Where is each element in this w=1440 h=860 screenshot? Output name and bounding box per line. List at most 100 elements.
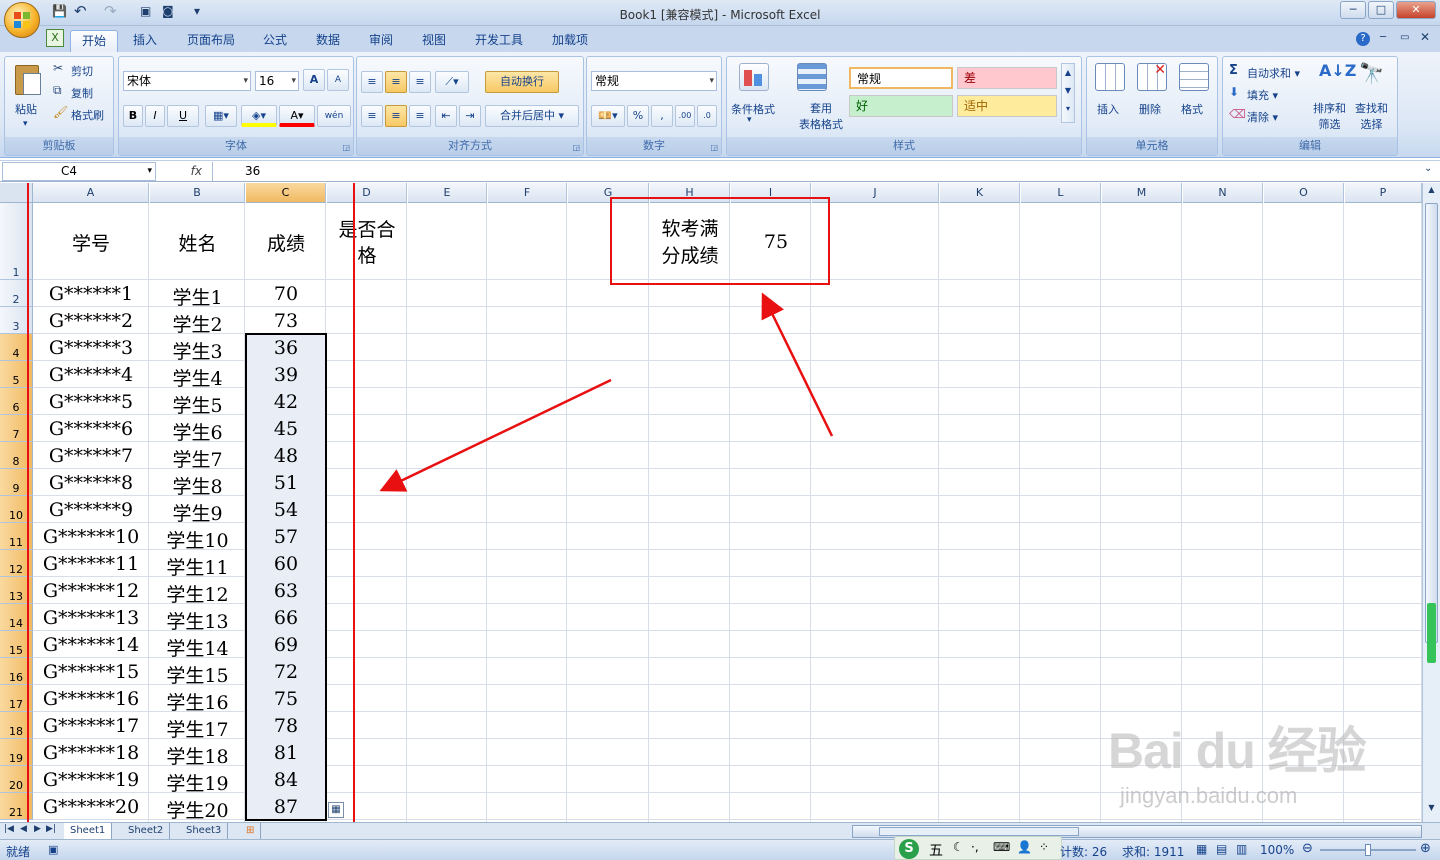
zoom-level[interactable]: 100%	[1260, 843, 1294, 857]
align-middle-icon[interactable]: ≡	[385, 71, 407, 93]
underline-button[interactable]: U	[167, 105, 199, 127]
comma-button[interactable]: ,	[651, 105, 673, 127]
style-good[interactable]: 好	[849, 95, 953, 117]
sheet-tab-3[interactable]: Sheet3	[180, 823, 229, 839]
fill-button[interactable]: 填充 ▾	[1247, 87, 1278, 103]
scroll-up-icon[interactable]: ▲	[1424, 185, 1439, 201]
sort-filter-button[interactable]: 排序和 筛选	[1313, 101, 1346, 133]
ime-toolbar[interactable]: S 五 ☾ ·, ⌨ 👤 ⁘	[894, 836, 1062, 860]
style-bad[interactable]: 差	[957, 67, 1057, 89]
copy-button[interactable]: 复制	[71, 85, 93, 101]
italic-button[interactable]: I	[145, 105, 165, 127]
sheet-nav-last-icon[interactable]: ▶|	[46, 824, 56, 834]
tab-insert[interactable]: 插入	[122, 30, 168, 52]
phonetic-button[interactable]: wén	[317, 105, 351, 127]
align-center-icon[interactable]: ≡	[385, 105, 407, 127]
zoom-out-icon[interactable]: ⊖	[1302, 841, 1313, 856]
insert-cells-button[interactable]: 插入	[1097, 101, 1119, 117]
column-header-o[interactable]: O	[1264, 183, 1344, 203]
expand-formula-bar-icon[interactable]: ⌄	[1424, 163, 1432, 174]
styles-scroll-icon[interactable]: ▲ ▼ ▾	[1061, 63, 1075, 123]
style-normal[interactable]: 常规	[849, 67, 953, 89]
number-dialog-launcher-icon[interactable]: ◲	[710, 143, 718, 152]
alignment-dialog-launcher-icon[interactable]: ◲	[572, 143, 580, 152]
orientation-icon[interactable]: ⟋▾	[435, 71, 469, 93]
number-format-combo[interactable]: 常规 ▾	[591, 71, 717, 91]
zoom-in-icon[interactable]: ⊕	[1420, 841, 1431, 856]
decrease-indent-icon[interactable]: ⇤	[435, 105, 457, 127]
accounting-format-icon[interactable]: 💴▾	[591, 105, 625, 127]
format-as-table-button[interactable]: 套用 表格格式	[799, 101, 843, 133]
tab-data[interactable]: 数据	[305, 30, 351, 52]
tab-view[interactable]: 视图	[411, 30, 457, 52]
normal-view-icon[interactable]: ▦	[1196, 842, 1207, 856]
sheet-nav-next-icon[interactable]: ▶	[34, 824, 41, 834]
autosum-button[interactable]: 自动求和 ▾	[1247, 65, 1300, 81]
conditional-format-button[interactable]: 条件格式	[731, 101, 775, 117]
bold-button[interactable]: B	[123, 105, 143, 127]
column-header-m[interactable]: M	[1102, 183, 1182, 203]
worksheet-grid[interactable]: ABCDEFGHIJKLMNOP 1 2 3 4 5 6 7 8 9 10 11 12 13 14 15 16…	[0, 183, 1422, 823]
vertical-scrollbar[interactable]: ▲ ▼	[1422, 183, 1440, 823]
align-right-icon[interactable]: ≡	[409, 105, 431, 127]
scroll-thumb[interactable]	[1425, 203, 1438, 643]
cut-button[interactable]: 剪切	[71, 63, 93, 79]
paste-button[interactable]: 粘贴	[15, 101, 37, 117]
increase-decimal-icon[interactable]: .00	[675, 105, 695, 127]
merge-center-button[interactable]: 合并后居中 ▾	[485, 105, 579, 127]
column-header-n[interactable]: N	[1183, 183, 1263, 203]
font-dialog-launcher-icon[interactable]: ◲	[342, 143, 350, 152]
close-button[interactable]: ✕	[1396, 1, 1436, 19]
clear-button[interactable]: 清除 ▾	[1247, 109, 1278, 125]
sheet-nav-first-icon[interactable]: |◀	[4, 824, 14, 834]
font-name-combo[interactable]: 宋体 ▾	[123, 71, 251, 91]
name-box[interactable]: C4 ▾	[2, 162, 156, 181]
fill-color-button[interactable]: ◈▾	[241, 105, 277, 127]
maximize-button[interactable]: □	[1368, 1, 1394, 19]
macro-record-icon[interactable]: ▣	[48, 843, 58, 856]
scroll-down-icon[interactable]: ▼	[1424, 803, 1439, 819]
wrap-text-button[interactable]: 自动换行	[485, 71, 559, 93]
tab-developer[interactable]: 开发工具	[464, 30, 534, 52]
sheet-nav-prev-icon[interactable]: ◀	[20, 824, 27, 834]
tab-page-layout[interactable]: 页面布局	[176, 30, 246, 52]
sheet-tab-1[interactable]: Sheet1	[64, 823, 113, 839]
find-select-button[interactable]: 查找和 选择	[1355, 101, 1388, 133]
page-break-view-icon[interactable]: ▥	[1236, 842, 1247, 856]
font-color-button[interactable]: A▾	[279, 105, 315, 127]
column-header-p[interactable]: P	[1345, 183, 1422, 203]
column-header-k[interactable]: K	[940, 183, 1020, 203]
column-header-e[interactable]: E	[408, 183, 487, 203]
ribbon-minimize-icon[interactable]: ─	[1380, 32, 1386, 43]
ribbon-close-icon[interactable]: ✕	[1420, 30, 1430, 44]
tab-addins[interactable]: 加载项	[541, 30, 599, 52]
delete-cells-button[interactable]: 删除	[1139, 101, 1161, 117]
office-button[interactable]	[4, 2, 40, 38]
column-header-l[interactable]: L	[1021, 183, 1101, 203]
formula-input[interactable]: 36	[212, 162, 1422, 181]
align-bottom-icon[interactable]: ≡	[409, 71, 431, 93]
align-top-icon[interactable]: ≡	[361, 71, 383, 93]
column-header-f[interactable]: F	[488, 183, 567, 203]
align-left-icon[interactable]: ≡	[361, 105, 383, 127]
sheet-tab-2[interactable]: Sheet2	[122, 823, 171, 839]
percent-button[interactable]: %	[627, 105, 649, 127]
insert-function-icon[interactable]: fx	[160, 162, 208, 181]
insert-sheet-icon[interactable]: ⊞	[240, 823, 262, 839]
borders-button[interactable]: ▦▾	[205, 105, 237, 127]
format-painter-button[interactable]: 格式刷	[71, 107, 104, 123]
tab-home[interactable]: 开始	[70, 30, 119, 52]
decrease-decimal-icon[interactable]: .0	[697, 105, 717, 127]
style-neutral[interactable]: 适中	[957, 95, 1057, 117]
help-icon[interactable]: ?	[1356, 32, 1370, 46]
zoom-slider[interactable]	[1320, 844, 1416, 856]
tab-review[interactable]: 审阅	[358, 30, 404, 52]
shrink-font-button[interactable]: A	[327, 69, 349, 91]
page-layout-view-icon[interactable]: ▤	[1216, 842, 1227, 856]
tab-formulas[interactable]: 公式	[252, 30, 298, 52]
column-header-j[interactable]: J	[812, 183, 939, 203]
format-cells-button[interactable]: 格式	[1181, 101, 1203, 117]
font-size-combo[interactable]: 16 ▾	[255, 71, 299, 91]
ribbon-restore-icon[interactable]: ▭	[1400, 32, 1409, 43]
paste-icon[interactable]	[11, 63, 47, 99]
